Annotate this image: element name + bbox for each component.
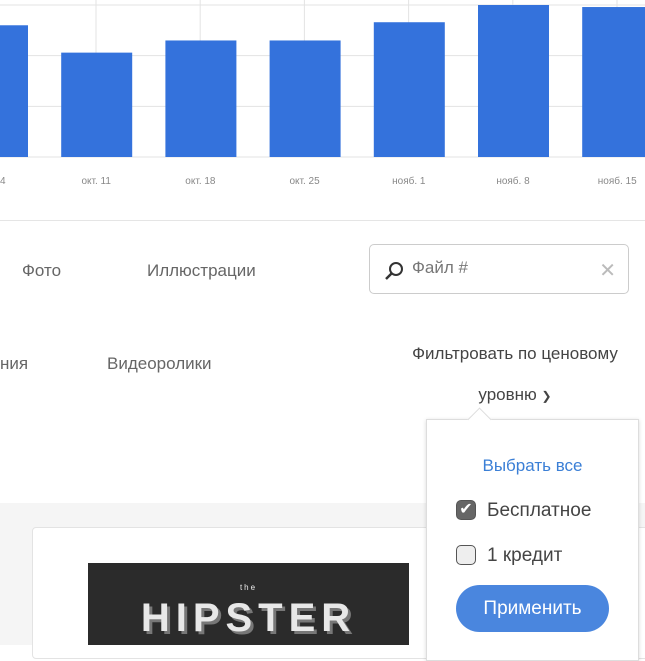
thumbnail[interactable]: the HIPSTER xyxy=(88,563,409,645)
option-free-label[interactable]: Бесплатное xyxy=(487,500,591,522)
tab-illustrations[interactable]: Иллюстрации xyxy=(147,261,256,281)
divider xyxy=(0,220,645,221)
chevron-down-icon: ❯ xyxy=(541,389,552,403)
option-1-credit-label[interactable]: 1 кредит xyxy=(487,545,562,567)
checkbox-free[interactable]: ✔ xyxy=(456,500,476,520)
x-tick-label: окт. 11 xyxy=(81,176,111,187)
x-tick-label: окт. 25 xyxy=(289,176,320,187)
apply-button[interactable]: Применить xyxy=(456,585,609,632)
x-tick-label: нояб. 8 xyxy=(496,175,530,187)
tab-photo[interactable]: Фото xyxy=(22,261,61,281)
x-tick-label: нояб. 15 xyxy=(598,175,637,187)
search-icon xyxy=(385,262,403,280)
x-tick-label: нояб. 1 xyxy=(392,175,426,187)
clear-icon[interactable]: ✕ xyxy=(599,258,616,283)
thumbnail-small-text: the xyxy=(239,583,258,592)
search-input[interactable] xyxy=(410,257,594,279)
bar xyxy=(0,25,28,158)
file-search[interactable]: ✕ xyxy=(369,244,629,294)
select-all-link[interactable]: Выбрать все xyxy=(427,456,638,476)
checkbox-1-credit[interactable] xyxy=(456,545,476,565)
filter-label-line1: Фильтровать по ценовому xyxy=(412,344,618,363)
thumbnail-title: HIPSTER xyxy=(140,596,357,640)
bar xyxy=(165,40,237,157)
bar xyxy=(269,40,341,157)
tab-partial[interactable]: ния xyxy=(0,354,28,374)
bar-chart: 4 окт. 11 окт. 18 окт. 25 нояб. 1 нояб. 8 нояб… xyxy=(0,0,645,187)
bar xyxy=(373,22,445,157)
tab-videos[interactable]: Видеоролики xyxy=(107,354,212,374)
price-filter[interactable]: Фильтровать по ценовому уровню ❯ xyxy=(390,333,640,417)
x-tick-label: 4 xyxy=(0,176,6,187)
bar xyxy=(478,5,549,157)
price-filter-popover: Выбрать все ✔ Бесплатное 1 кредит Примен… xyxy=(426,419,639,661)
bar xyxy=(582,7,645,157)
x-tick-label: окт. 18 xyxy=(185,176,216,187)
bar xyxy=(61,52,133,158)
filter-label-line2: уровню xyxy=(478,385,537,404)
